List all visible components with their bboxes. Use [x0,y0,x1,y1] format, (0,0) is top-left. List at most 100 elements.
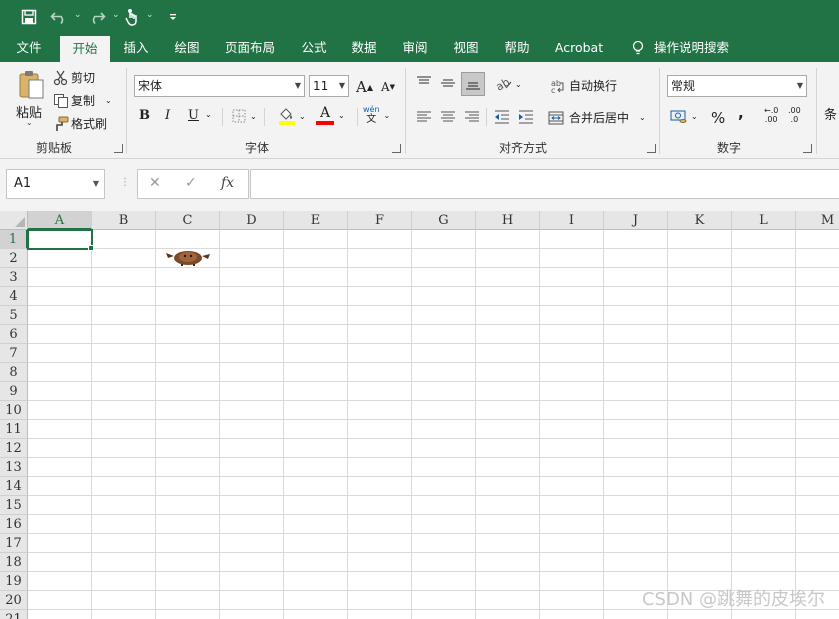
column-header-m[interactable]: M [796,211,839,230]
insert-function-button[interactable]: fx [221,175,234,191]
decrease-indent-button[interactable] [494,110,510,124]
column-header-g[interactable]: G [412,211,476,230]
customize-qat-icon[interactable] [166,6,180,28]
alignment-launcher-icon[interactable] [647,144,656,153]
row-header-10[interactable]: 10 [0,401,28,420]
fill-handle[interactable] [88,245,94,251]
column-header-h[interactable]: H [476,211,540,230]
font-color-button[interactable]: A ⌄ [316,106,345,125]
column-header-b[interactable]: B [92,211,156,230]
top-align-button[interactable] [416,76,432,90]
embedded-picture[interactable] [164,248,212,266]
column-header-i[interactable]: I [540,211,604,230]
bottom-align-button[interactable] [461,72,485,96]
column-header-k[interactable]: K [668,211,732,230]
tab-formulas[interactable]: 公式 [294,34,334,62]
merge-center-button[interactable]: 合并后居中 ⌄ [548,109,646,126]
row-header-9[interactable]: 9 [0,382,28,401]
font-name-select[interactable]: 宋体 ▼ [134,75,305,97]
formula-bar-grip-icon[interactable]: ⋮ [120,177,130,188]
font-size-select[interactable]: 11 ▼ [309,75,349,97]
tab-draw[interactable]: 绘图 [167,34,207,62]
tab-view[interactable]: 视图 [446,34,486,62]
underline-dropdown-icon[interactable]: ⌄ [205,110,212,119]
row-header-15[interactable]: 15 [0,496,28,515]
increase-decimal-button[interactable]: ←.0 .00 [764,106,778,124]
italic-button[interactable]: I [165,108,170,123]
row-header-8[interactable]: 8 [0,363,28,382]
row-header-2[interactable]: 2 [0,249,28,268]
clipboard-launcher-icon[interactable] [114,144,123,153]
touch-dropdown-icon[interactable]: ⌄ [146,10,154,20]
wrap-text-button[interactable]: ab c 自动换行 [551,77,617,94]
paste-dropdown-icon[interactable]: ⌄ [26,118,33,127]
row-header-20[interactable]: 20 [0,591,28,610]
lightbulb-icon[interactable] [628,34,648,62]
column-header-c[interactable]: C [156,211,220,230]
row-header-4[interactable]: 4 [0,287,28,306]
select-all-button[interactable] [0,211,28,230]
tell-me-search[interactable]: 操作说明搜索 [654,34,734,62]
column-header-f[interactable]: F [348,211,412,230]
format-painter-button[interactable]: 格式刷 [53,115,107,132]
number-launcher-icon[interactable] [803,144,812,153]
middle-align-button[interactable] [440,76,456,90]
align-right-button[interactable] [464,111,480,123]
row-header-13[interactable]: 13 [0,458,28,477]
row-header-14[interactable]: 14 [0,477,28,496]
redo-dropdown-icon[interactable]: ⌄ [112,10,120,20]
copy-dropdown-icon[interactable]: ⌄ [105,96,112,105]
underline-button[interactable]: U [188,108,199,123]
column-header-d[interactable]: D [220,211,284,230]
row-header-18[interactable]: 18 [0,553,28,572]
shrink-font-button[interactable]: A ▼ [381,80,395,94]
conditional-format-button[interactable]: 条 [824,104,837,123]
tab-insert[interactable]: 插入 [116,34,156,62]
clipboard-icon[interactable] [14,70,48,100]
bold-button[interactable]: B [139,108,150,123]
row-header-19[interactable]: 19 [0,572,28,591]
row-header-17[interactable]: 17 [0,534,28,553]
cancel-entry-button[interactable]: ✕ [149,175,161,191]
row-header-12[interactable]: 12 [0,439,28,458]
cut-button[interactable]: 剪切 [53,69,95,86]
column-header-e[interactable]: E [284,211,348,230]
confirm-entry-button[interactable]: ✓ [185,175,197,191]
column-header-j[interactable]: J [604,211,668,230]
row-header-16[interactable]: 16 [0,515,28,534]
row-header-5[interactable]: 5 [0,306,28,325]
increase-indent-button[interactable] [518,110,534,124]
phonetic-button[interactable]: wén 文 ⌄ [363,105,390,125]
tab-file[interactable]: 文件 [8,34,50,62]
row-header-21[interactable]: 21 [0,610,28,619]
accounting-format-button[interactable]: ⌄ [670,108,698,124]
row-header-3[interactable]: 3 [0,268,28,287]
percent-button[interactable]: % [711,109,725,127]
tab-acrobat[interactable]: Acrobat [550,34,608,62]
touch-mode-icon[interactable] [122,6,142,28]
row-header-7[interactable]: 7 [0,344,28,363]
column-header-a[interactable]: A [28,211,92,230]
redo-icon[interactable] [86,6,108,28]
save-icon[interactable] [18,6,40,28]
column-header-l[interactable]: L [732,211,796,230]
tab-home[interactable]: 开始 [60,36,110,62]
copy-button[interactable]: 复制 ⌄ [53,92,112,109]
number-format-select[interactable]: 常规 ▼ [667,75,807,97]
align-center-button[interactable] [440,111,456,123]
tab-help[interactable]: 帮助 [497,34,537,62]
borders-button[interactable]: ⌄ [232,109,257,123]
tab-data[interactable]: 数据 [344,34,384,62]
tab-review[interactable]: 审阅 [395,34,435,62]
orientation-button[interactable]: ab ⌄ [495,76,522,92]
comma-button[interactable]: , [738,104,744,122]
worksheet-grid[interactable]: ABCDEFGHIJKLM 1 2 3 4 5 6 7 8 9 10 11 12 13 14 15 16 17 1… [0,211,839,619]
row-header-6[interactable]: 6 [0,325,28,344]
align-left-button[interactable] [416,111,432,123]
row-header-11[interactable]: 11 [0,420,28,439]
tab-page-layout[interactable]: 页面布局 [220,34,280,62]
undo-dropdown-icon[interactable]: ⌄ [74,10,82,20]
font-launcher-icon[interactable] [392,144,401,153]
formula-input[interactable] [250,169,839,199]
fill-color-button[interactable]: ⌄ [278,106,306,126]
